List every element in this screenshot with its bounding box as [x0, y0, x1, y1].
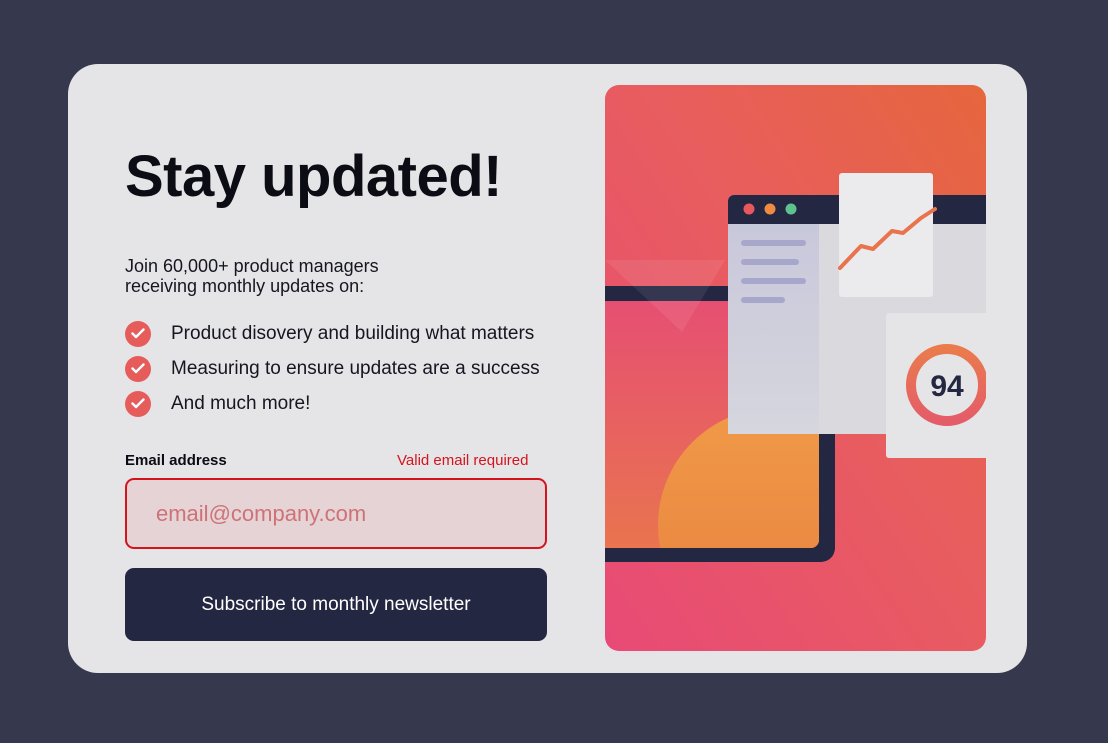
checkmark-icon: [125, 320, 151, 347]
score-card: 94: [886, 313, 986, 458]
feature-item: Measuring to ensure updates are a succes…: [125, 351, 540, 386]
feature-text: And much more!: [171, 392, 311, 414]
hero-illustration: 94: [605, 85, 986, 651]
feature-list: Product disovery and building what matte…: [125, 316, 540, 421]
intro-line-1: Join 60,000+ product managers: [125, 256, 379, 276]
signup-card: Stay updated! Join 60,000+ product manag…: [68, 64, 1027, 673]
email-label: Email address: [125, 452, 227, 469]
checkmark-icon: [125, 355, 151, 382]
chart-card: [838, 173, 937, 297]
feature-item: Product disovery and building what matte…: [125, 316, 540, 351]
feature-text: Measuring to ensure updates are a succes…: [171, 357, 540, 379]
intro-line-2: receiving monthly updates on:: [125, 276, 365, 296]
checkmark-icon: [125, 390, 151, 417]
feature-item: And much more!: [125, 386, 540, 421]
feature-text: Product disovery and building what matte…: [171, 322, 535, 344]
email-input[interactable]: [125, 478, 547, 549]
dashboard-illustration: 94: [605, 85, 986, 651]
page-title: Stay updated!: [125, 144, 503, 209]
intro-text: Join 60,000+ product managers receiving …: [125, 256, 465, 296]
email-error-message: Valid email required: [397, 452, 529, 469]
score-value: 94: [930, 370, 964, 403]
subscribe-button[interactable]: Subscribe to monthly newsletter: [125, 568, 547, 641]
